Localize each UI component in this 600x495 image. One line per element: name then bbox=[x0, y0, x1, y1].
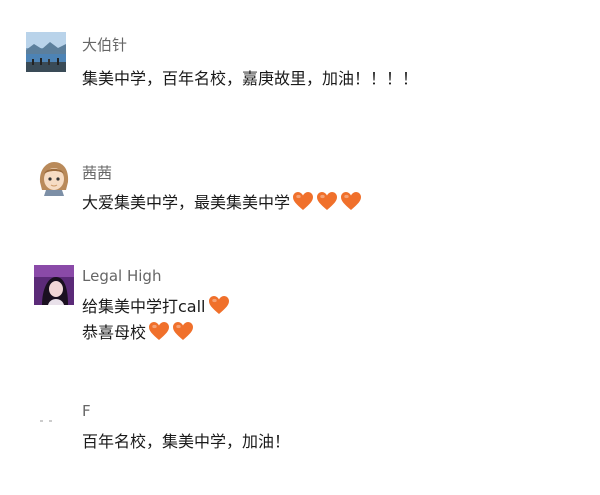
heart-emoji-group bbox=[292, 191, 364, 211]
avatar[interactable] bbox=[26, 404, 66, 444]
avatar[interactable] bbox=[36, 160, 72, 196]
heart-icon bbox=[172, 321, 194, 341]
heart-icon bbox=[340, 191, 362, 211]
comment-text: 恭喜母校 bbox=[82, 323, 147, 342]
heart-emoji-group bbox=[208, 295, 232, 315]
comment-text-line: 大爱集美中学，最美集美中学 bbox=[82, 189, 364, 213]
avatar[interactable] bbox=[34, 265, 74, 305]
comment-text: 集美中学，百年名校，嘉庚故里，加油！！！！ bbox=[82, 69, 419, 88]
comment-text-line: 百年名校，集美中学，加油！ bbox=[82, 428, 290, 452]
purple-portrait-avatar-icon bbox=[34, 265, 74, 305]
comment-text-line: 恭喜母校 bbox=[82, 319, 196, 343]
heart-icon bbox=[208, 295, 230, 315]
cartoon-girl-avatar-icon bbox=[36, 160, 72, 196]
avatar[interactable] bbox=[26, 32, 66, 72]
heart-icon bbox=[292, 191, 314, 211]
heart-icon bbox=[316, 191, 338, 211]
blank-avatar-icon bbox=[26, 404, 66, 444]
commenter-name[interactable]: 茜茜 bbox=[82, 162, 112, 183]
commenter-name[interactable]: F bbox=[82, 402, 91, 420]
comment-text: 给集美中学打call bbox=[82, 297, 206, 316]
heart-icon bbox=[148, 321, 170, 341]
comment-text-line: 集美中学，百年名校，嘉庚故里，加油！！！！ bbox=[82, 65, 418, 89]
commenter-name[interactable]: Legal High bbox=[82, 267, 161, 285]
comment-text: 百年名校，集美中学，加油！ bbox=[82, 432, 291, 451]
heart-emoji-group bbox=[148, 321, 196, 341]
lakeside-photo-avatar-icon bbox=[26, 32, 66, 72]
comment-text: 大爱集美中学，最美集美中学 bbox=[82, 193, 291, 212]
comment-text-line: 给集美中学打call bbox=[82, 293, 232, 317]
commenter-name[interactable]: 大伯针 bbox=[82, 34, 127, 55]
